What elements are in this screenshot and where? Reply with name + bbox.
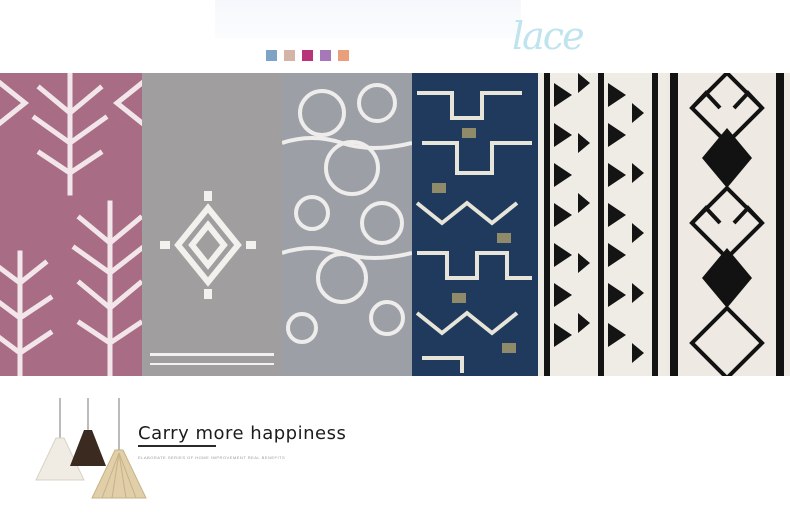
rug-diamond-lattice[interactable]: [666, 73, 790, 376]
banner-headline: Carry more happiness: [138, 423, 347, 444]
rug-grey-diamond[interactable]: [142, 73, 282, 376]
swatch-magenta[interactable]: [302, 50, 313, 61]
rug-triangle-stripes[interactable]: [538, 73, 666, 376]
headline-underline: [138, 445, 216, 447]
swatch-beige[interactable]: [284, 50, 295, 61]
pendant-lamps-illustration: [28, 398, 158, 508]
swatch-orange[interactable]: [338, 50, 349, 61]
rug-navy-geometric[interactable]: [412, 73, 538, 376]
rug-grey-lace[interactable]: [282, 73, 412, 376]
brand-logo: lace: [512, 14, 585, 58]
dark-brown-lamp: [70, 430, 106, 466]
rug-showcase: [0, 73, 790, 376]
swatch-blue[interactable]: [266, 50, 277, 61]
top-banner-fade: [215, 0, 521, 38]
banner-subline: ELABORATE SERIES OF HOME IMPROVEMENT REA…: [138, 455, 286, 460]
rug-rose-tree[interactable]: [0, 73, 142, 376]
swatch-purple[interactable]: [320, 50, 331, 61]
